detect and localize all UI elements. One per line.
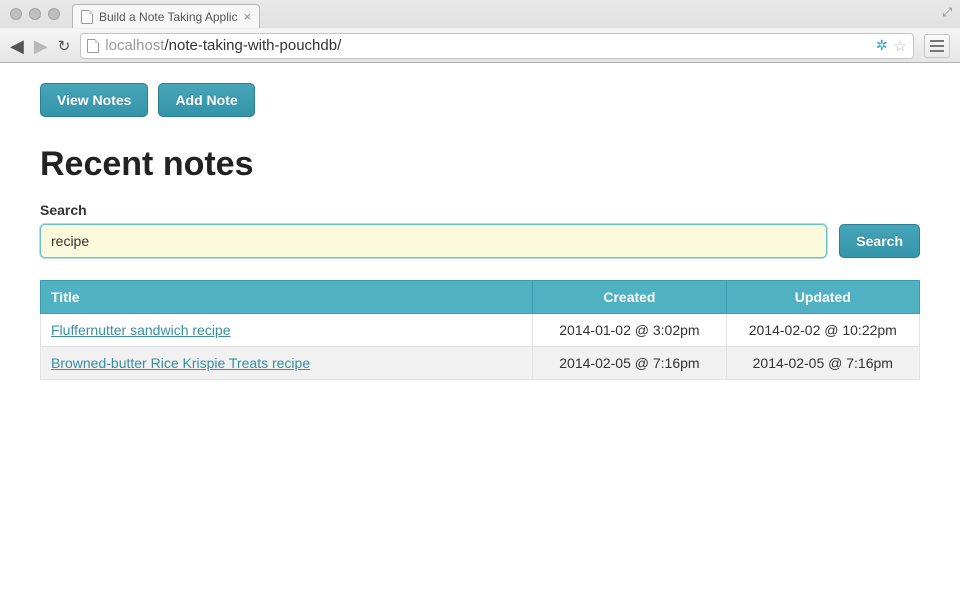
note-link[interactable]: Browned-butter Rice Krispie Treats recip… [51, 355, 310, 371]
forward-button[interactable]: ▶ [34, 37, 48, 55]
column-header-updated[interactable]: Updated [726, 281, 919, 314]
address-bar[interactable]: localhost/note-taking-with-pouchdb/ ✲ ☆ [80, 33, 914, 59]
url-path: /note-taking-with-pouchdb/ [164, 37, 341, 54]
extension-icon[interactable]: ✲ [876, 37, 888, 54]
window-controls [10, 8, 60, 20]
close-window-button[interactable] [10, 8, 22, 20]
notes-table: Title Created Updated Fluffernutter sand… [40, 280, 920, 380]
page-icon [81, 10, 93, 24]
browser-tab[interactable]: Build a Note Taking Applic × [72, 4, 260, 28]
page-icon [87, 39, 99, 53]
browser-toolbar: ◀ ▶ ↻ localhost/note-taking-with-pouchdb… [0, 28, 960, 62]
zoom-window-button[interactable] [48, 8, 60, 20]
tab-title: Build a Note Taking Applic [99, 10, 238, 24]
search-form: Search [40, 224, 920, 258]
column-header-created[interactable]: Created [533, 281, 726, 314]
table-row: Browned-butter Rice Krispie Treats recip… [41, 347, 920, 380]
title-bar: Build a Note Taking Applic × ⤢ [0, 0, 960, 28]
hamburger-menu-button[interactable] [924, 34, 950, 58]
action-buttons: View Notes Add Note [40, 83, 920, 117]
search-button[interactable]: Search [839, 224, 920, 258]
column-header-title[interactable]: Title [41, 281, 533, 314]
view-notes-button[interactable]: View Notes [40, 83, 148, 117]
page-content: View Notes Add Note Recent notes Search … [0, 63, 960, 400]
bookmark-star-icon[interactable]: ☆ [894, 37, 907, 55]
note-created: 2014-02-05 @ 7:16pm [533, 347, 726, 380]
url-host: localhost [105, 37, 164, 54]
minimize-window-button[interactable] [29, 8, 41, 20]
page-title: Recent notes [40, 145, 920, 184]
fullscreen-icon[interactable]: ⤢ [942, 5, 952, 20]
url-text: localhost/note-taking-with-pouchdb/ [105, 37, 341, 54]
note-updated: 2014-02-02 @ 10:22pm [726, 314, 919, 347]
reload-button[interactable]: ↻ [58, 37, 71, 55]
add-note-button[interactable]: Add Note [158, 83, 254, 117]
close-tab-icon[interactable]: × [244, 9, 252, 24]
search-input[interactable] [40, 224, 827, 258]
back-button[interactable]: ◀ [10, 37, 24, 55]
note-updated: 2014-02-05 @ 7:16pm [726, 347, 919, 380]
note-created: 2014-01-02 @ 3:02pm [533, 314, 726, 347]
browser-chrome: Build a Note Taking Applic × ⤢ ◀ ▶ ↻ loc… [0, 0, 960, 63]
table-row: Fluffernutter sandwich recipe 2014-01-02… [41, 314, 920, 347]
note-link[interactable]: Fluffernutter sandwich recipe [51, 322, 231, 338]
search-label: Search [40, 202, 920, 218]
